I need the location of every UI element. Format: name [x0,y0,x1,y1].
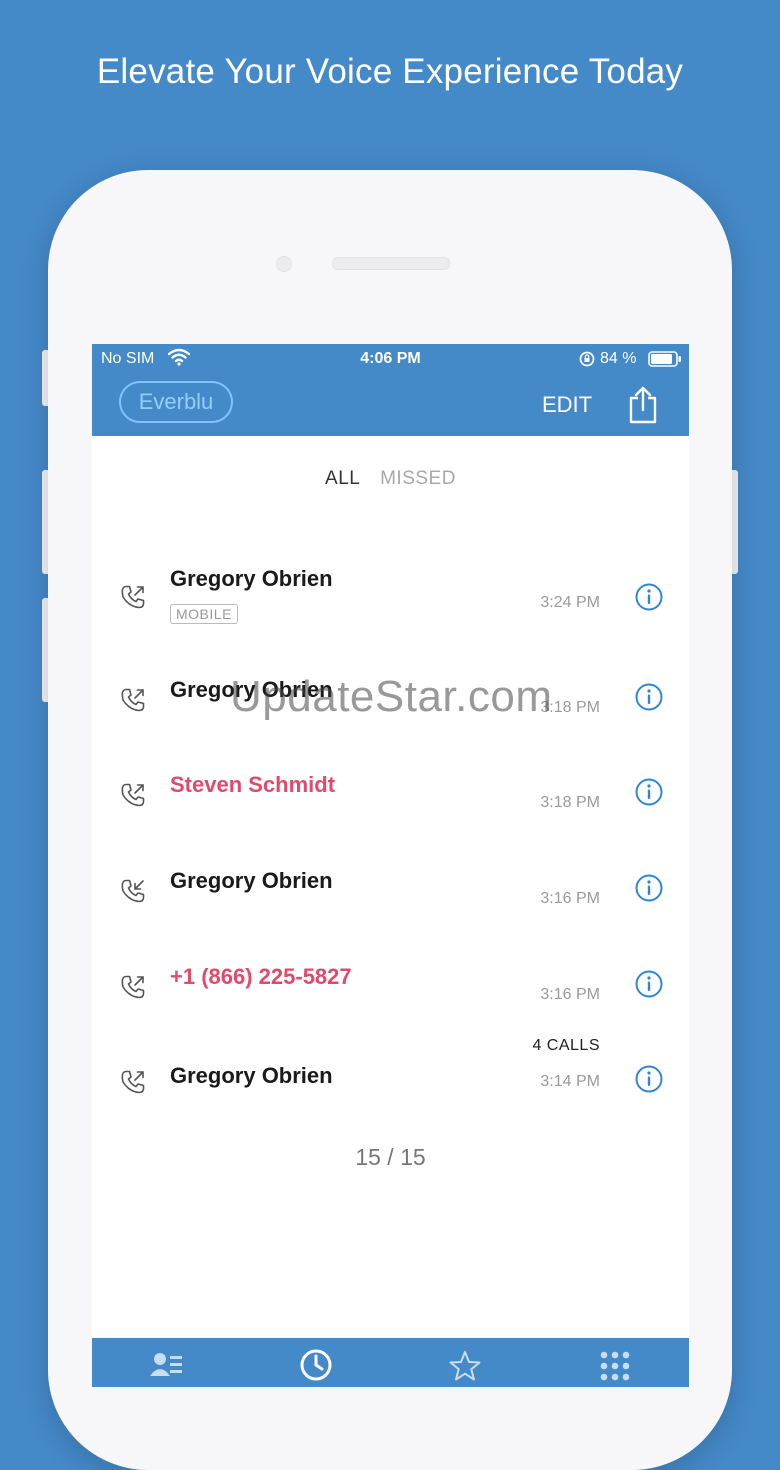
call-row[interactable]: Gregory Obrien MOBILE 3:24 PM [92,544,689,634]
caller-name: Steven Schmidt [170,772,336,797]
call-filter-tabs: ALL MISSED [92,468,689,490]
caller-name: Gregory Obrien [170,868,333,893]
tab-all[interactable]: ALL [325,468,360,489]
brand-logo: Everblu [119,381,233,423]
outgoing-call-icon [120,687,146,718]
battery-percentage: 84 % [600,350,637,367]
phone-screen: No SIM 4:06 PM 84 % Everblu EDIT ALL MIS… [92,344,689,1387]
info-icon[interactable] [634,1064,664,1099]
caller-name: +1 (866) 225-5827 [170,964,352,989]
tab-missed[interactable]: MISSED [380,468,456,489]
front-camera [276,256,292,272]
headline: Elevate Your Voice Experience Today [96,52,684,91]
info-icon[interactable] [634,582,664,617]
caller-name: Gregory Obrien [170,1063,333,1088]
keypad-icon[interactable] [599,1350,631,1387]
caller-name: Gregory Obrien [170,566,333,591]
call-time: 3:16 PM [540,890,600,907]
bottom-tab-bar [92,1338,689,1387]
outgoing-call-icon [120,1069,146,1100]
incoming-call-icon [120,878,146,909]
page-counter: 15 / 15 [355,1144,426,1170]
info-icon[interactable] [634,969,664,1004]
info-icon[interactable] [634,777,664,812]
call-time: 3:24 PM [540,594,600,611]
earpiece-speaker [332,257,450,270]
watermark: UpdateStar.com [230,672,553,721]
favorites-star-icon[interactable] [449,1350,481,1387]
call-count: 4 CALLS [532,1037,600,1054]
recents-clock-icon[interactable] [299,1348,333,1387]
info-icon[interactable] [634,873,664,908]
outgoing-call-icon [120,974,146,1005]
call-time: 3:16 PM [540,986,600,1003]
contacts-icon[interactable] [150,1350,184,1385]
call-row[interactable]: Gregory Obrien 3:16 PM [92,840,689,930]
top-bar: No SIM 4:06 PM 84 % Everblu EDIT [92,344,689,436]
outgoing-call-icon [120,782,146,813]
share-icon [629,386,657,424]
rotation-lock-icon [578,350,596,373]
share-button[interactable] [628,386,658,429]
battery-icon [648,351,682,372]
edit-button[interactable]: EDIT [542,392,592,418]
call-row[interactable]: Steven Schmidt 3:18 PM [92,744,689,834]
call-row[interactable]: Gregory Obrien 4 CALLS 3:14 PM [92,1031,689,1121]
call-time: 3:18 PM [540,794,600,811]
outgoing-call-icon [120,584,146,615]
number-type-badge: MOBILE [170,604,238,624]
call-row[interactable]: +1 (866) 225-5827 3:16 PM [92,936,689,1026]
call-time: 3:14 PM [540,1073,600,1090]
info-icon[interactable] [634,682,664,717]
